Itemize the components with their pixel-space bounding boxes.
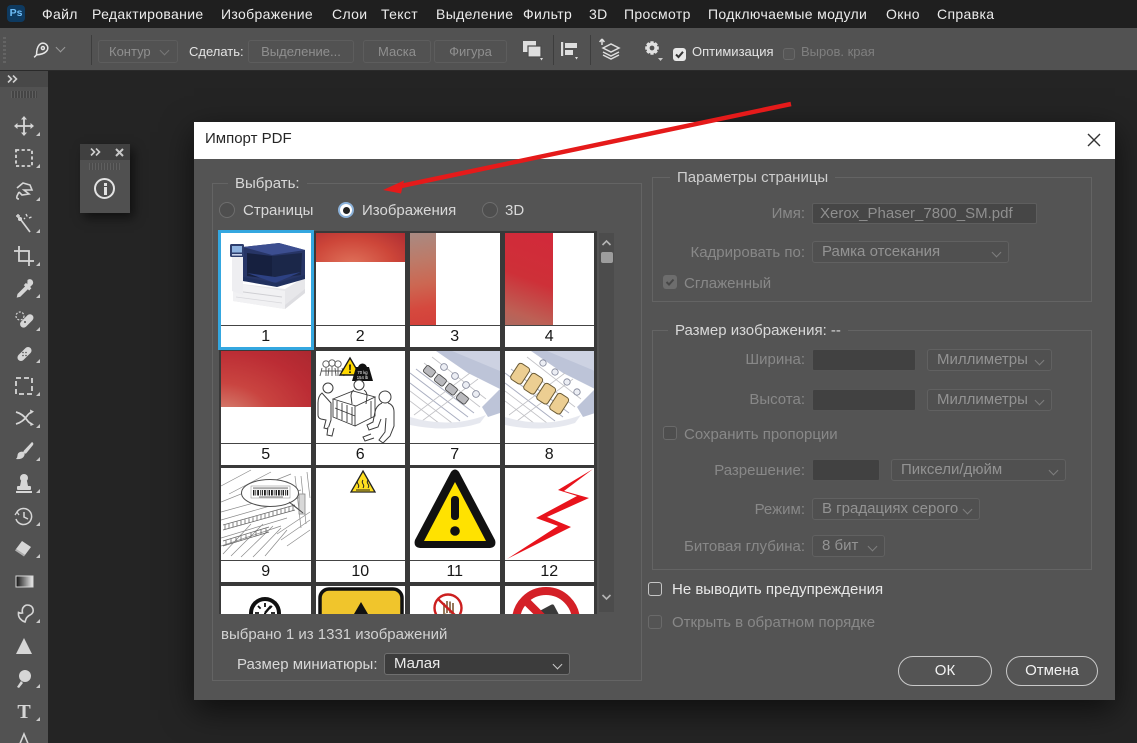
svg-text:!: !	[348, 362, 352, 376]
svg-text:154 lb: 154 lb	[356, 375, 368, 380]
svg-text:T: T	[17, 701, 31, 722]
